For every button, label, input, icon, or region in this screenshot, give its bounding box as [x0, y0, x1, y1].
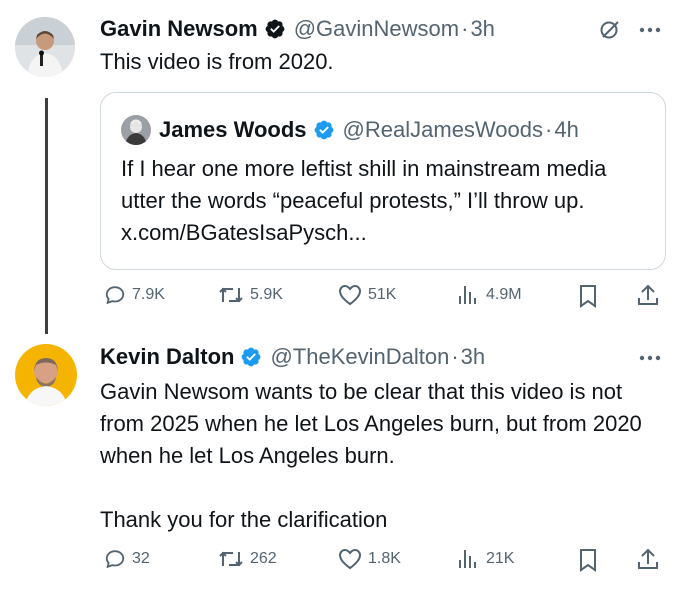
like-icon: [338, 284, 362, 306]
reply-count: 32: [132, 550, 150, 567]
repost-icon: [219, 287, 243, 303]
avatar[interactable]: [15, 344, 77, 406]
handle[interactable]: @GavinNewsom: [294, 16, 459, 42]
verified-badge-icon: [265, 19, 285, 39]
reply-button[interactable]: 32: [104, 548, 150, 570]
like-button[interactable]: 51K: [338, 284, 396, 306]
more-icon[interactable]: [638, 20, 662, 40]
display-name[interactable]: Kevin Dalton: [100, 344, 234, 370]
quoted-tweet[interactable]: James Woods @RealJamesWoods · 4h If I he…: [100, 92, 666, 270]
timestamp[interactable]: 3h: [470, 16, 494, 42]
bookmark-icon[interactable]: [578, 548, 598, 572]
more-icon[interactable]: [638, 348, 662, 368]
reply-icon: [105, 550, 125, 569]
repost-count: 262: [250, 550, 277, 567]
views-button[interactable]: 21K: [456, 548, 514, 570]
quote-display-name[interactable]: James Woods: [159, 117, 307, 143]
quote-timestamp[interactable]: 4h: [554, 117, 578, 143]
repost-icon: [219, 551, 243, 567]
quote-header: James Woods @RealJamesWoods · 4h: [159, 117, 579, 143]
quote-text: If I hear one more leftist shill in main…: [121, 156, 607, 245]
grok-icon[interactable]: [598, 18, 622, 42]
repost-button[interactable]: 262: [218, 548, 277, 570]
avatar[interactable]: [15, 17, 75, 77]
like-button[interactable]: 1.8K: [338, 548, 401, 570]
tweet-header: Gavin Newsom @GavinNewsom · 3h: [100, 16, 495, 42]
verified-badge-icon: [314, 120, 333, 140]
reply-icon: [105, 286, 125, 305]
reply-button[interactable]: 7.9K: [104, 284, 165, 306]
tweet-text: This video is from 2020.: [100, 49, 334, 74]
views-button[interactable]: 4.9M: [456, 284, 522, 306]
views-icon: [459, 286, 476, 304]
separator-dot: ·: [461, 16, 469, 41]
share-icon[interactable]: [636, 283, 660, 307]
quote-avatar[interactable]: [121, 115, 151, 145]
tweet-header: Kevin Dalton @TheKevinDalton · 3h: [100, 344, 485, 370]
separator-dot: ·: [545, 117, 553, 142]
tweet-text: Gavin Newsom wants to be clear that this…: [100, 379, 642, 468]
like-count: 1.8K: [368, 550, 401, 567]
timestamp[interactable]: 3h: [461, 344, 485, 370]
views-count: 21K: [486, 550, 515, 567]
handle[interactable]: @TheKevinDalton: [270, 344, 449, 370]
share-icon[interactable]: [636, 547, 660, 571]
views-icon: [459, 550, 476, 568]
bookmark-icon[interactable]: [578, 284, 598, 308]
reply-count: 7.9K: [132, 286, 165, 303]
like-icon: [338, 548, 362, 570]
views-count: 4.9M: [486, 286, 522, 303]
thread-connector-line: [45, 98, 48, 334]
repost-button[interactable]: 5.9K: [218, 284, 283, 306]
repost-count: 5.9K: [250, 286, 283, 303]
quote-handle[interactable]: @RealJamesWoods: [343, 117, 543, 143]
verified-badge-icon: [242, 347, 261, 367]
separator-dot: ·: [451, 344, 459, 369]
tweet-text-paragraph-2: Thank you for the clarification: [100, 507, 388, 532]
like-count: 51K: [368, 286, 397, 303]
display-name[interactable]: Gavin Newsom: [100, 16, 258, 42]
